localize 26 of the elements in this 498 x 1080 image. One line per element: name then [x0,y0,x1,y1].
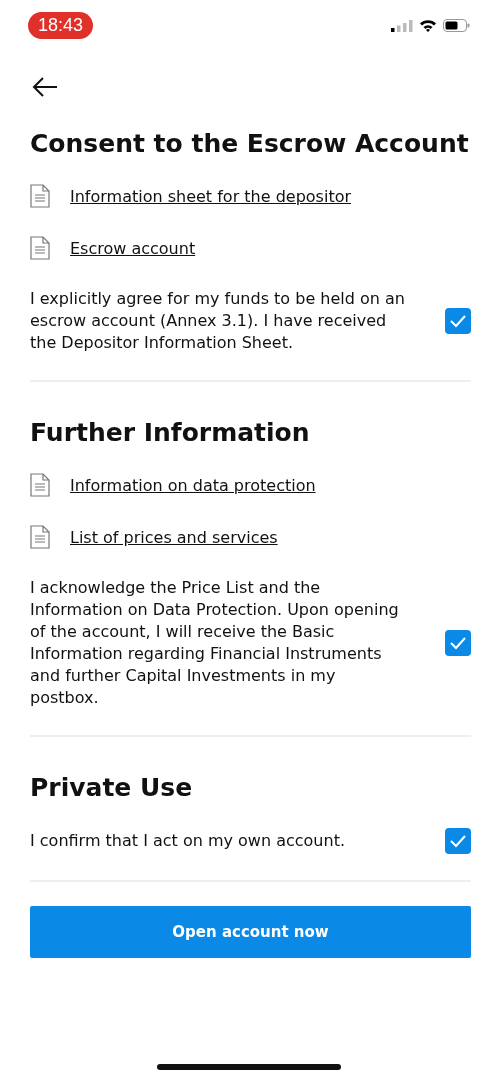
consent-text: I explicitly agree for my funds to be held on an escrow account (Annex 3.1). I have received the Depositor Information Sheet. [30,288,405,354]
document-icon [30,184,50,208]
open-account-button[interactable]: Open account now [30,906,471,958]
checkmark-icon [449,636,467,650]
consent-text: I acknowledge the Price List and the Information on Data Protection. Upon opening of the account, I will receive the Basic Information regarding Financial Instruments and further Capital Investments in my postbox. [30,577,400,709]
section-heading: Private Use [30,773,194,802]
checkbox[interactable] [445,308,471,334]
back-arrow-icon[interactable] [32,77,58,97]
checkmark-icon [449,834,467,848]
checkmark-icon [449,314,467,328]
section-heading: Consent to the Escrow Account [30,129,470,158]
document-icon [30,473,50,497]
battery-icon [443,19,470,32]
wifi-icon [419,19,437,32]
status-time: 18:43 [28,12,94,39]
document-link[interactable]: Information sheet for the depositor [70,186,352,206]
checkbox[interactable] [445,828,471,854]
document-link[interactable]: Escrow account [70,238,196,258]
signal-icon [391,19,413,32]
document-icon [30,236,50,260]
consent-text: I confirm that I act on my own account. [30,830,345,852]
checkbox[interactable] [445,630,471,656]
document-link[interactable]: Information on data protection [70,475,316,495]
section-heading: Further Information [30,418,311,447]
document-link[interactable]: List of prices and services [70,527,278,547]
document-icon [30,525,50,549]
